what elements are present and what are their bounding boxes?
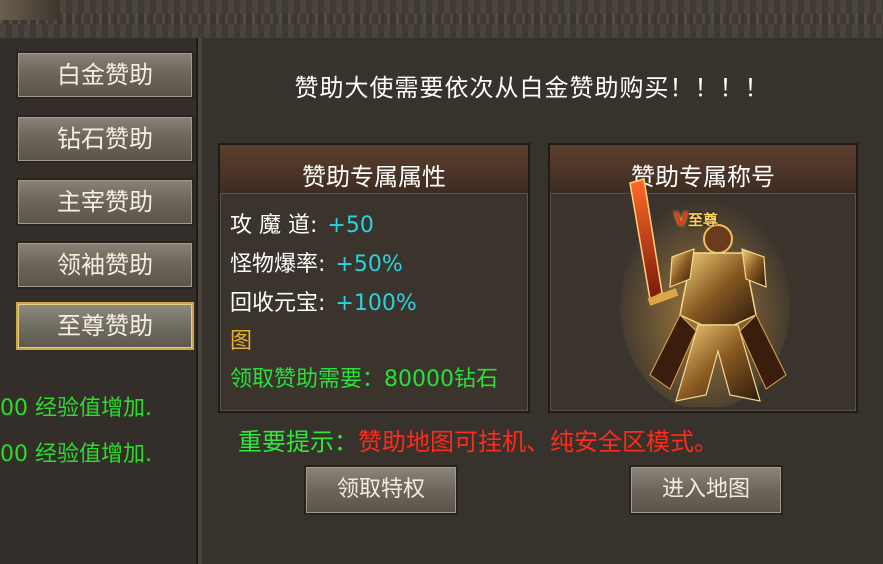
attr-row-attack: 攻 魔 道: +50 <box>230 207 374 239</box>
page-title: 赞助大使需要依次从白金赞助购买！！！！ <box>294 74 770 102</box>
enter-map-button[interactable]: 进入地图 <box>629 465 783 515</box>
attributes-panel-title: 赞助专属属性 <box>302 163 446 191</box>
attr-value: +50% <box>335 252 403 277</box>
title-panel: 赞助专属称号 V至尊 <box>548 143 858 413</box>
sidebar-item-platinum[interactable]: 白金赞助 <box>16 51 194 99</box>
v-rank-icon: V <box>674 209 688 230</box>
attr-extra: 图 <box>230 329 253 354</box>
exp-gain-line: 00 经验值增加. <box>0 396 152 421</box>
requirement-text: 领取赞助需要：80000钻石 <box>230 367 498 392</box>
title-badge-text: 至尊 <box>687 211 718 229</box>
top-border <box>0 0 883 40</box>
sidebar-item-overlord[interactable]: 主宰赞助 <box>16 178 194 226</box>
sidebar-item-supreme[interactable]: 至尊赞助 <box>16 302 194 350</box>
attr-value: +100% <box>335 291 417 316</box>
sidebar-item-leader[interactable]: 领袖赞助 <box>16 241 194 289</box>
attr-row-recycle: 回收元宝: +100% <box>230 285 417 317</box>
attr-label: 攻 魔 道: <box>230 213 318 238</box>
attr-value: +50 <box>327 213 374 238</box>
attr-row-droprate: 怪物爆率: +50% <box>230 246 403 278</box>
title-badge: V至尊 <box>674 209 718 230</box>
tip-label: 重要提示： <box>238 428 358 456</box>
important-tip: 重要提示：赞助地图可挂机、纯安全区模式。 <box>238 422 718 457</box>
attributes-panel: 赞助专属属性 攻 魔 道: +50 怪物爆率: +50% 回收元宝: +100% 图 … <box>218 143 530 413</box>
ornament-corner <box>0 0 60 20</box>
attr-label: 怪物爆率: <box>230 252 326 277</box>
tip-text: 赞助地图可挂机、纯安全区模式。 <box>358 428 718 456</box>
exp-gain-line: 00 经验值增加. <box>0 442 152 467</box>
claim-privilege-button[interactable]: 领取特权 <box>304 465 458 515</box>
attr-label: 回收元宝: <box>230 291 326 316</box>
sidebar-item-diamond[interactable]: 钻石赞助 <box>16 115 194 163</box>
